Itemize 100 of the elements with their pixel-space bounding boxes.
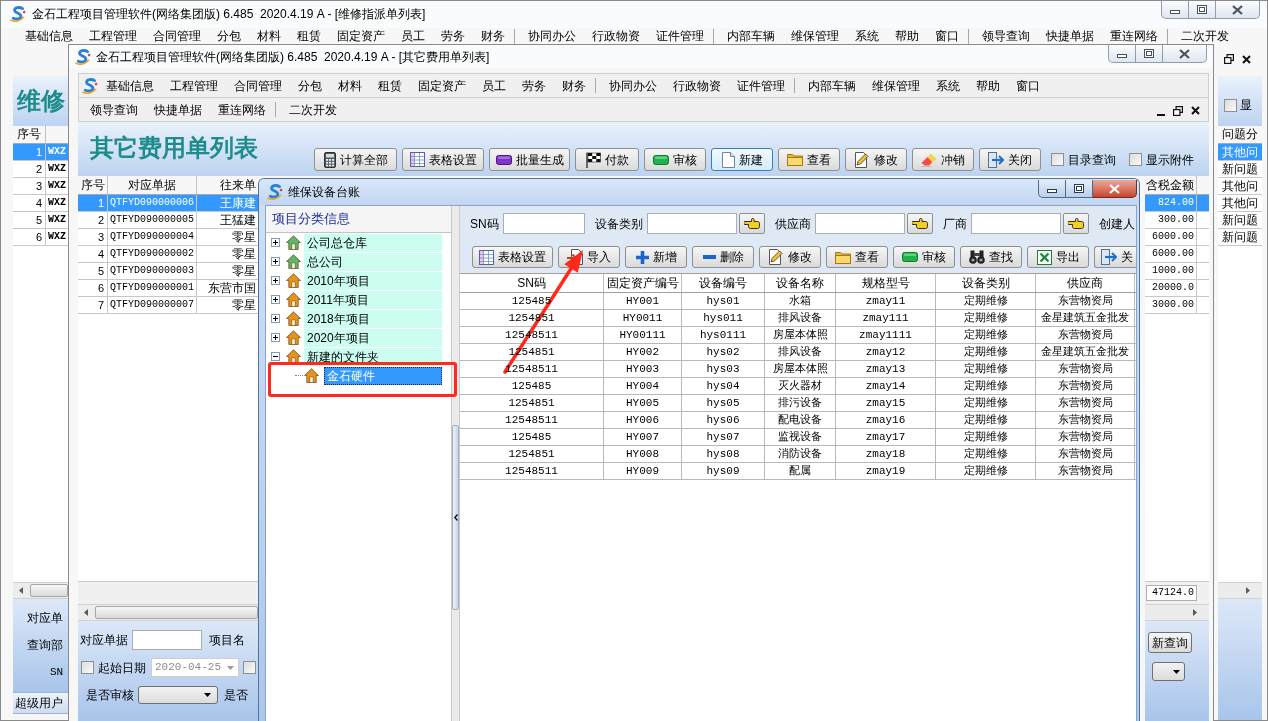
menu-item[interactable]: 二次开发 bbox=[281, 100, 345, 119]
menu-item[interactable]: 领导查询 bbox=[82, 100, 146, 119]
table-row[interactable]: 6000.00 bbox=[1145, 246, 1209, 263]
toolbar-button[interactable]: 查看 bbox=[778, 148, 840, 171]
expand-icon[interactable] bbox=[271, 238, 280, 247]
checkbox[interactable] bbox=[243, 661, 256, 674]
menu-item[interactable]: 协同办公 bbox=[601, 76, 665, 95]
tree-item[interactable]: 公司总仓库 bbox=[304, 233, 442, 252]
menu-item[interactable]: 系统 bbox=[847, 28, 887, 44]
table-row[interactable]: 4 WXZ bbox=[13, 195, 68, 212]
menu-item[interactable]: 租赁 bbox=[289, 28, 329, 44]
menu-item[interactable]: 租赁 bbox=[370, 76, 410, 95]
splitter-handle[interactable] bbox=[452, 425, 459, 610]
maximize-button[interactable] bbox=[1189, 1, 1216, 19]
menu-item[interactable]: 劳务 bbox=[514, 76, 554, 95]
menu-item[interactable]: 合同管理 bbox=[145, 28, 209, 44]
menu-item[interactable]: 材料 bbox=[249, 28, 289, 44]
menu-item[interactable]: 基础信息 bbox=[98, 76, 162, 95]
minimize-button[interactable] bbox=[1038, 180, 1066, 198]
toolbar-button[interactable]: 冲销 bbox=[912, 148, 974, 171]
close-button[interactable] bbox=[1163, 45, 1207, 63]
table-row[interactable]: 2 WXZ bbox=[13, 161, 68, 178]
table-row[interactable]: 新问题 bbox=[1218, 161, 1262, 178]
table-row[interactable]: 300.00 bbox=[1145, 212, 1209, 229]
table-row[interactable]: 新问题 bbox=[1218, 229, 1262, 246]
input-field[interactable] bbox=[132, 630, 202, 650]
menu-item[interactable]: 行政物资 bbox=[584, 28, 648, 44]
menu-item[interactable]: 分包 bbox=[290, 76, 330, 95]
close-button[interactable] bbox=[1242, 54, 1251, 64]
checkbox[interactable] bbox=[1224, 98, 1237, 112]
input-field[interactable] bbox=[646, 213, 737, 234]
menu-item[interactable]: 维保管理 bbox=[864, 76, 928, 95]
toolbar-button[interactable]: 修改 bbox=[759, 246, 821, 268]
menu-item[interactable]: 维保管理 bbox=[783, 28, 847, 44]
table-row[interactable]: 其他问 bbox=[1218, 178, 1262, 195]
toolbar-button[interactable]: 表格设置 bbox=[402, 148, 484, 171]
menu-item[interactable]: 快捷单据 bbox=[1038, 28, 1102, 44]
tree-item[interactable]: 2018年项目 bbox=[304, 309, 442, 328]
menu-item[interactable]: 员工 bbox=[393, 28, 433, 44]
menu-item[interactable]: 工程管理 bbox=[162, 76, 226, 95]
table-row[interactable]: 其他问 bbox=[1218, 195, 1262, 212]
horizontal-scrollbar[interactable] bbox=[13, 582, 68, 599]
toolbar-button[interactable]: 批量生成 bbox=[489, 148, 570, 171]
menu-item[interactable]: 工程管理 bbox=[81, 28, 145, 44]
menu-item[interactable]: 系统 bbox=[928, 76, 968, 95]
menu-item[interactable]: 固定资产 bbox=[410, 76, 474, 95]
menu-item[interactable]: 分包 bbox=[209, 28, 249, 44]
input-field[interactable] bbox=[814, 213, 905, 234]
close-button[interactable] bbox=[1216, 1, 1260, 19]
menu-item[interactable]: 基础信息 bbox=[17, 28, 81, 44]
menu-item[interactable]: 财务 bbox=[554, 76, 594, 95]
tree-item[interactable]: 2010年项目 bbox=[304, 271, 442, 290]
table-row[interactable]: 6 WXZ bbox=[13, 229, 68, 246]
maximize-button[interactable] bbox=[1136, 45, 1163, 63]
menu-item[interactable]: 内部车辆 bbox=[719, 28, 783, 44]
menu-item[interactable]: 证件管理 bbox=[648, 28, 712, 44]
table-row[interactable]: 3 WXZ bbox=[13, 178, 68, 195]
menu-item[interactable]: 帮助 bbox=[968, 76, 1008, 95]
menu-item[interactable]: 重连网络 bbox=[210, 100, 274, 119]
checkbox[interactable] bbox=[1051, 153, 1064, 166]
menu-item[interactable]: 合同管理 bbox=[226, 76, 290, 95]
toolbar-button[interactable]: 查看 bbox=[826, 246, 888, 268]
toolbar-button[interactable]: 审核 bbox=[644, 148, 706, 171]
menu-item[interactable]: 财务 bbox=[473, 28, 513, 44]
close-button[interactable] bbox=[1191, 106, 1200, 115]
toolbar-button[interactable]: 导出 bbox=[1027, 246, 1089, 268]
maximize-button[interactable] bbox=[1066, 180, 1093, 198]
menu-item[interactable]: 员工 bbox=[474, 76, 514, 95]
table-row[interactable]: 1000.00 bbox=[1145, 263, 1209, 280]
table-row[interactable]: 5 WXZ bbox=[13, 212, 68, 229]
horizontal-scrollbar[interactable] bbox=[1218, 582, 1262, 599]
input-field[interactable] bbox=[970, 213, 1061, 234]
toolbar-button[interactable]: 表格设置 bbox=[472, 246, 553, 268]
toolbar-button[interactable]: 删除 bbox=[692, 246, 754, 268]
close-button[interactable] bbox=[1093, 180, 1137, 198]
checkbox[interactable] bbox=[1129, 153, 1142, 166]
lookup-button[interactable] bbox=[738, 213, 765, 234]
tree-item[interactable]: 总公司 bbox=[304, 252, 442, 271]
toolbar-button[interactable]: 查找 bbox=[960, 246, 1022, 268]
dropdown[interactable] bbox=[1152, 662, 1185, 681]
menu-item[interactable]: 证件管理 bbox=[729, 76, 793, 95]
restore-button[interactable] bbox=[1224, 54, 1234, 64]
lookup-button[interactable] bbox=[1062, 213, 1089, 234]
expand-icon[interactable] bbox=[271, 276, 280, 285]
lookup-button[interactable] bbox=[906, 213, 933, 234]
restore-button[interactable] bbox=[1173, 105, 1183, 116]
menu-item[interactable]: 快捷单据 bbox=[146, 100, 210, 119]
toolbar-button[interactable]: 修改 bbox=[845, 148, 907, 171]
table-row[interactable]: 6 QTFYD090000001 东营市国 bbox=[78, 280, 258, 297]
table-row[interactable]: 2 QTFYD090000005 王猛建 bbox=[78, 212, 258, 229]
toolbar-button[interactable]: 关闭 bbox=[979, 148, 1041, 171]
table-row[interactable]: 新问题 bbox=[1218, 212, 1262, 229]
expand-icon[interactable] bbox=[271, 295, 280, 304]
horizontal-scrollbar[interactable] bbox=[78, 604, 258, 621]
minimize-button[interactable] bbox=[1108, 45, 1136, 63]
table-row[interactable]: 3000.00 bbox=[1145, 297, 1209, 314]
table-row[interactable]: 4 QTFYD090000002 零星 bbox=[78, 246, 258, 263]
menu-item[interactable]: 协同办公 bbox=[520, 28, 584, 44]
refresh-button[interactable]: 新查询 bbox=[1148, 632, 1192, 653]
menu-item[interactable]: 窗口 bbox=[927, 28, 967, 44]
